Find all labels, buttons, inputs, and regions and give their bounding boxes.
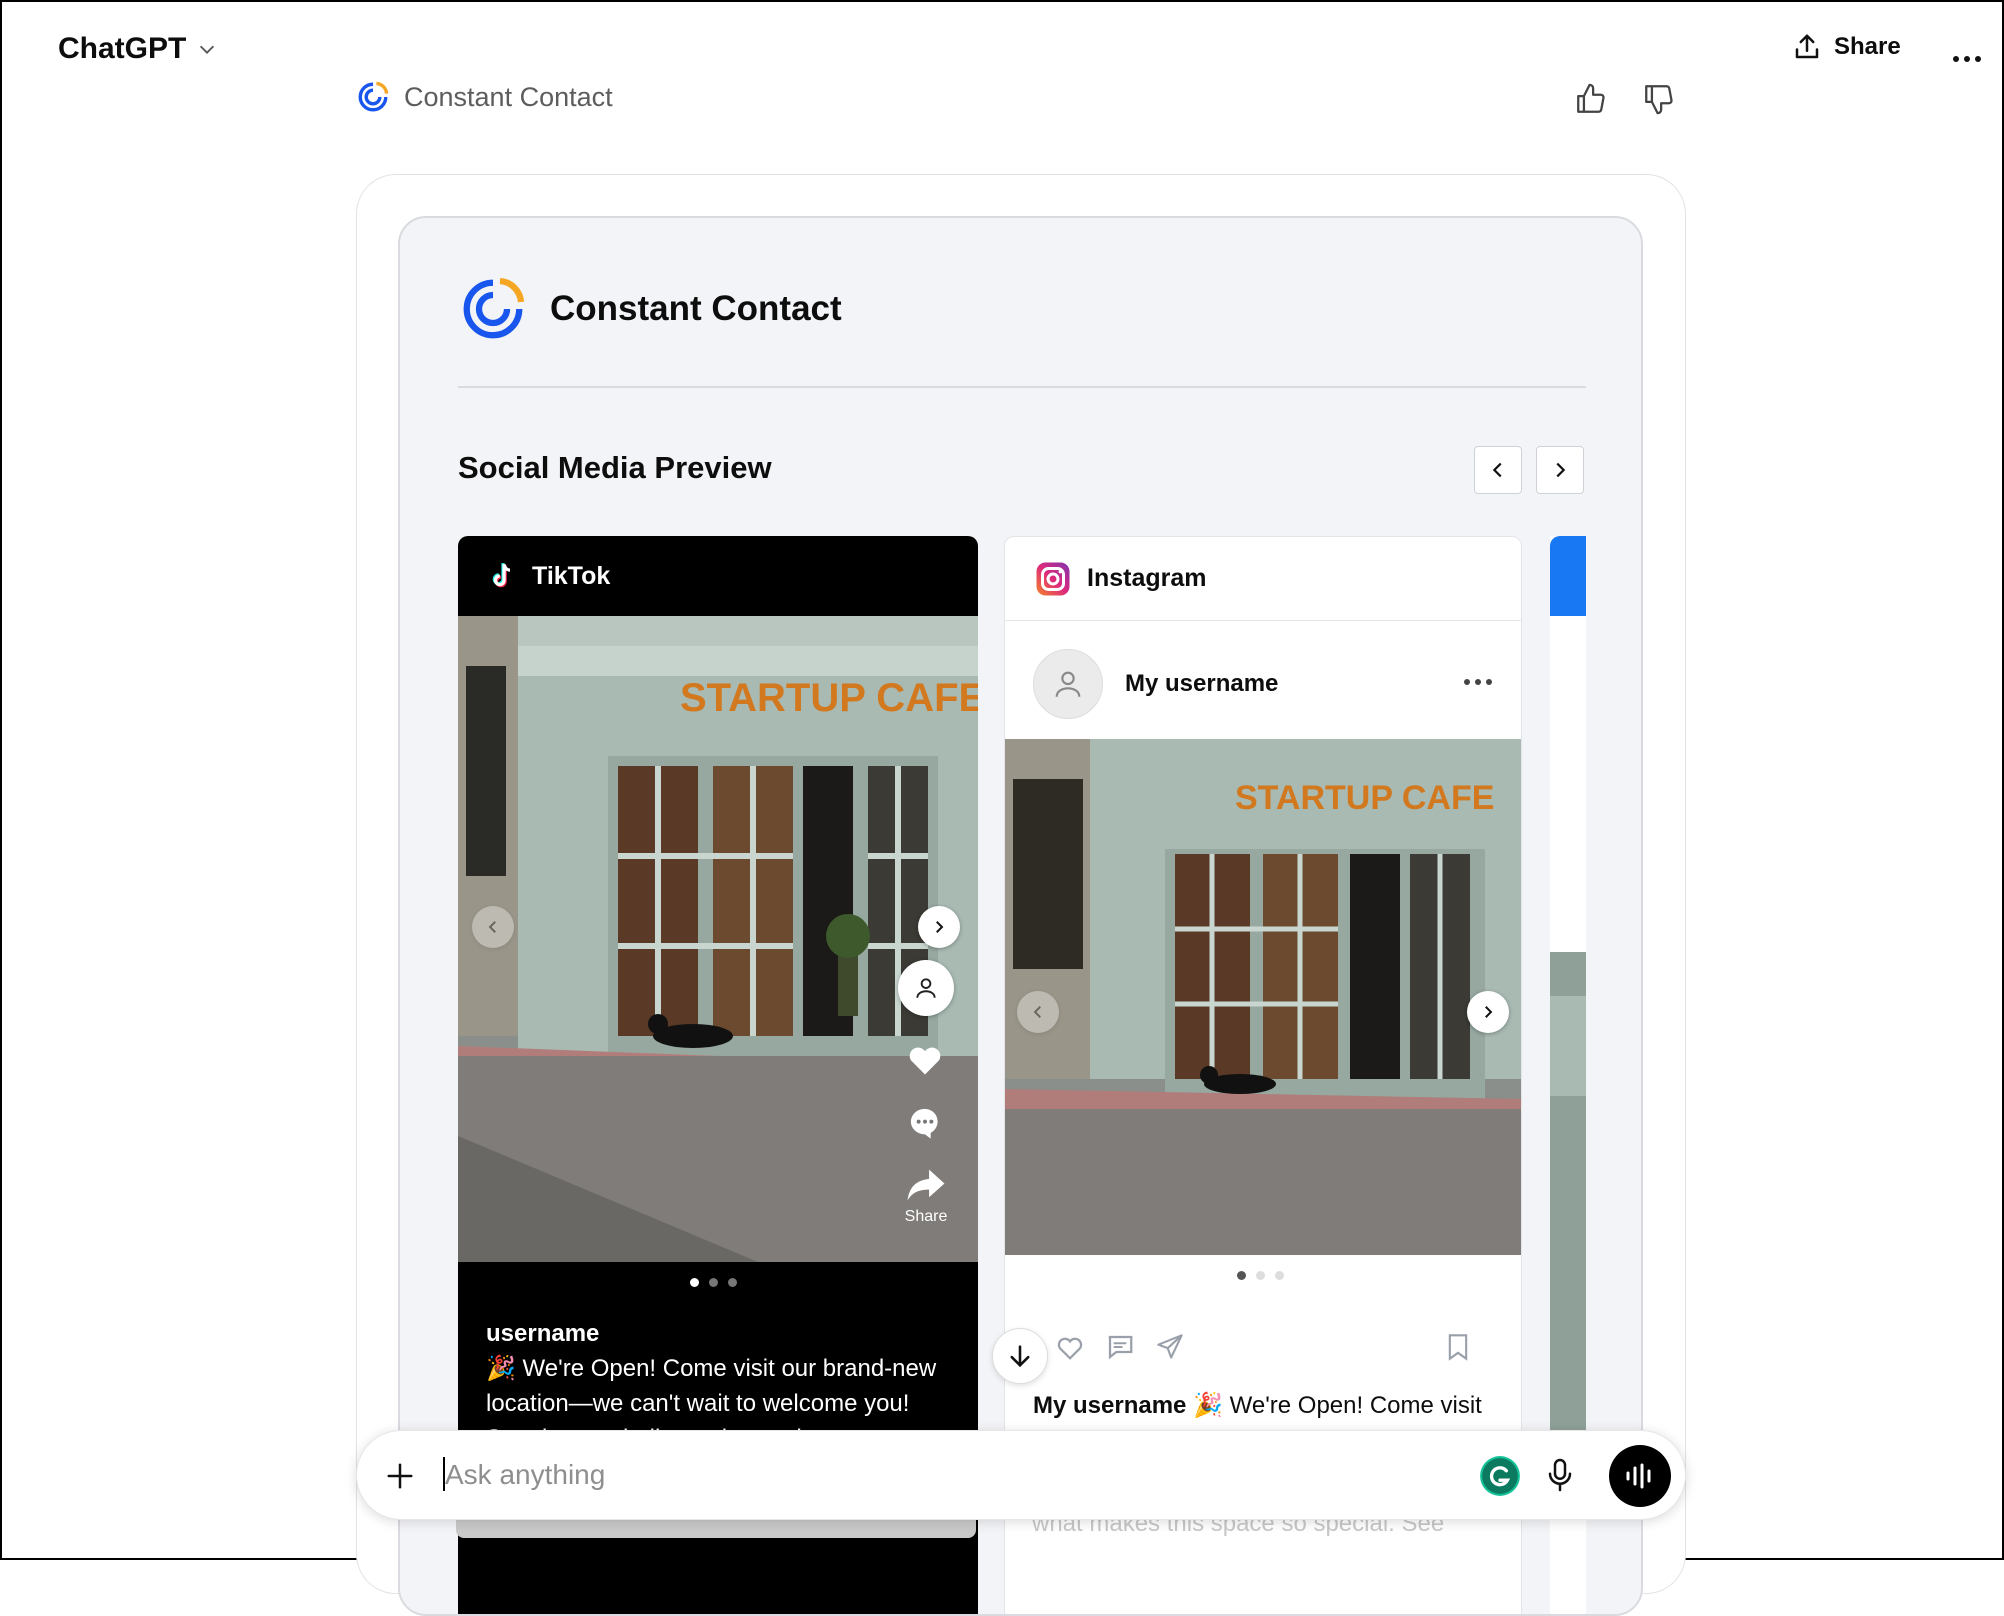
widget-brand-title: Constant Contact bbox=[550, 289, 842, 328]
tiktok-header: TikTok bbox=[458, 536, 978, 616]
chevron-right-icon bbox=[936, 921, 944, 933]
share-button[interactable]: Share bbox=[1792, 32, 1901, 62]
tiktok-share-label: Share bbox=[904, 1208, 948, 1225]
section-title: Social Media Preview bbox=[458, 450, 772, 485]
instagram-user-row: My username bbox=[1033, 649, 1278, 719]
profile-button[interactable] bbox=[898, 960, 954, 1016]
arrow-down-icon bbox=[1010, 1345, 1030, 1368]
sign-text: STARTUP CAFE bbox=[1235, 779, 1494, 817]
tiktok-logo-icon bbox=[492, 563, 511, 588]
instagram-caption-text: 🎉 We're Open! Come visit bbox=[1193, 1392, 1482, 1419]
ellipsis-icon[interactable] bbox=[1463, 677, 1493, 687]
photo-prev-button[interactable] bbox=[1017, 991, 1059, 1033]
voice-mode-button[interactable] bbox=[1609, 1445, 1671, 1507]
app-attribution: Constant Contact bbox=[356, 80, 1686, 114]
dot-active[interactable] bbox=[1237, 1271, 1246, 1280]
dot[interactable] bbox=[709, 1278, 718, 1287]
photo-next-button[interactable] bbox=[918, 906, 960, 948]
dot[interactable] bbox=[728, 1278, 737, 1287]
thumbs-down-icon[interactable] bbox=[1642, 82, 1676, 116]
dot[interactable] bbox=[1256, 1271, 1265, 1280]
thumbs-up-icon[interactable] bbox=[1574, 82, 1608, 116]
carousel-dots bbox=[690, 1278, 737, 1287]
photo-prev-button[interactable] bbox=[472, 906, 514, 948]
chevron-right-icon bbox=[1485, 1006, 1493, 1018]
widget-header: Constant Contact bbox=[458, 274, 842, 344]
dot[interactable] bbox=[1275, 1271, 1284, 1280]
send-icon[interactable] bbox=[1155, 1333, 1185, 1361]
message-input[interactable]: Ask anything bbox=[445, 1459, 605, 1491]
ellipsis-icon bbox=[1953, 56, 1981, 62]
instagram-header: Instagram bbox=[1005, 537, 1521, 621]
scroll-to-bottom-button[interactable] bbox=[992, 1328, 1048, 1384]
grammarly-icon[interactable] bbox=[1479, 1455, 1521, 1497]
cafe-photo: STARTUP CAFE bbox=[1005, 739, 1521, 1255]
chevron-left-icon bbox=[488, 921, 496, 933]
microphone-icon[interactable] bbox=[1545, 1457, 1575, 1493]
instagram-caption-user: My username bbox=[1033, 1392, 1187, 1419]
tiktok-username: username bbox=[486, 1320, 600, 1347]
cafe-photo: STARTUP CAFE bbox=[458, 616, 978, 1262]
constant-contact-logo-icon bbox=[463, 277, 525, 339]
share-icon bbox=[1795, 34, 1819, 59]
dot-active[interactable] bbox=[690, 1278, 699, 1287]
carousel-next-button[interactable] bbox=[1536, 446, 1584, 494]
instagram-username: My username bbox=[1125, 670, 1279, 697]
comment-icon[interactable] bbox=[908, 1106, 942, 1140]
voice-waveform-icon bbox=[1626, 1463, 1651, 1489]
instagram-logo-icon bbox=[1036, 562, 1070, 595]
chevron-down-icon bbox=[200, 45, 215, 54]
plus-icon[interactable] bbox=[385, 1461, 415, 1491]
chevron-right-icon bbox=[1556, 462, 1566, 478]
photo-next-button[interactable] bbox=[1467, 991, 1509, 1033]
share-label: Share bbox=[1834, 33, 1901, 60]
model-name: ChatGPT bbox=[58, 32, 187, 65]
carousel-prev-button[interactable] bbox=[1474, 446, 1522, 494]
instagram-platform-label: Instagram bbox=[1087, 564, 1207, 592]
constant-contact-logo-icon bbox=[358, 81, 389, 112]
carousel-dots bbox=[1237, 1271, 1284, 1280]
chevron-left-icon bbox=[1492, 462, 1502, 478]
comment-icon[interactable] bbox=[1105, 1333, 1135, 1361]
user-icon bbox=[1055, 671, 1081, 697]
window: ChatGPT Share Constant Contact Constant … bbox=[0, 0, 2004, 1616]
heart-icon[interactable] bbox=[1055, 1333, 1085, 1361]
chevron-left-icon bbox=[1033, 1006, 1041, 1018]
heart-icon[interactable] bbox=[906, 1042, 944, 1076]
instagram-caption: My username 🎉 We're Open! Come visit bbox=[1033, 1391, 1482, 1420]
more-options-button[interactable] bbox=[1952, 38, 1982, 72]
social-preview-widget: Constant Contact Social Media Preview Ti… bbox=[398, 216, 1643, 1616]
avatar[interactable] bbox=[1033, 649, 1103, 719]
app-name: Constant Contact bbox=[404, 81, 613, 112]
sign-text: STARTUP CAFE bbox=[680, 676, 978, 720]
tiktok-platform-label: TikTok bbox=[532, 561, 611, 590]
share-arrow-icon[interactable] bbox=[906, 1168, 946, 1202]
user-icon bbox=[916, 978, 936, 998]
message-composer: Ask anything bbox=[356, 1430, 1686, 1520]
bookmark-icon[interactable] bbox=[1445, 1333, 1471, 1361]
model-selector[interactable]: ChatGPT bbox=[58, 32, 218, 66]
divider bbox=[458, 386, 1586, 388]
